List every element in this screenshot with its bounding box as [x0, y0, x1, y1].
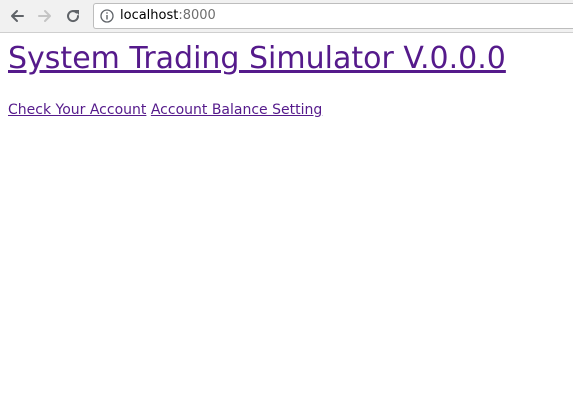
nav-links: Check Your Account Account Balance Setti… [8, 100, 322, 120]
browser-toolbar: localhost:8000 [0, 0, 573, 33]
account-balance-setting-link[interactable]: Account Balance Setting [151, 102, 322, 118]
page-title: System Trading Simulator V.0.0.0 [8, 39, 506, 79]
check-account-link[interactable]: Check Your Account [8, 102, 146, 118]
reload-icon [67, 10, 80, 23]
page-title-link[interactable]: System Trading Simulator V.0.0.0 [8, 41, 506, 76]
page-content: System Trading Simulator V.0.0.0 Check Y… [0, 33, 573, 401]
url-host: localhost [120, 8, 179, 23]
url-text[interactable]: localhost:8000 [120, 8, 216, 24]
forward-arrow-icon [38, 10, 51, 22]
url-port: :8000 [178, 8, 216, 23]
address-bar[interactable]: localhost:8000 [93, 3, 573, 29]
forward-button[interactable] [34, 5, 56, 27]
info-icon[interactable] [100, 9, 114, 23]
reload-button[interactable] [62, 5, 84, 27]
back-button[interactable] [6, 5, 28, 27]
back-arrow-icon [11, 10, 24, 22]
